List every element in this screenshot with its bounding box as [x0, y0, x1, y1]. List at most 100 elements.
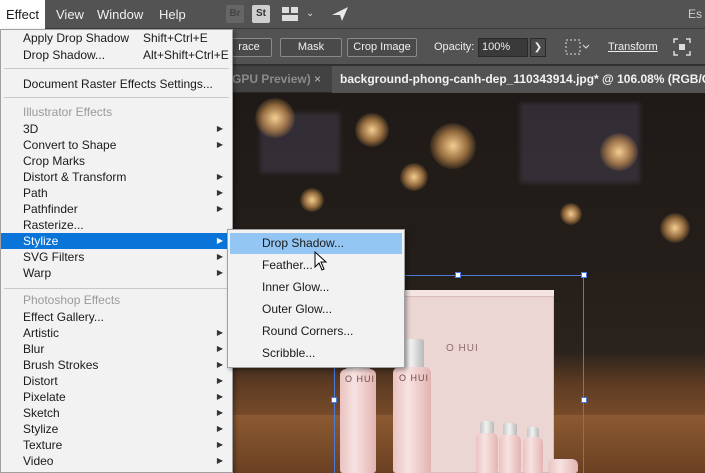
transform-button[interactable]: Transform	[608, 41, 658, 53]
menu-item-label: Convert to Shape	[23, 138, 117, 152]
submenu-item-inner-glow[interactable]: Inner Glow...	[230, 277, 402, 298]
submenu-item-round-corners[interactable]: Round Corners...	[230, 321, 402, 342]
menu-item-label: Stylize	[23, 422, 59, 436]
menu-bar: Effect View Window Help Br St ⌄ Es	[0, 0, 705, 29]
opacity-label: Opacity:	[434, 41, 475, 53]
menu-item-drop-shadow[interactable]: Drop Shadow... Alt+Shift+Ctrl+E	[1, 47, 232, 63]
selection-handle[interactable]	[581, 397, 587, 403]
menu-item-label: Stylize	[23, 234, 59, 248]
menu-item-label: Blur	[23, 342, 45, 356]
bokeh-light	[300, 188, 324, 212]
menu-separator	[4, 68, 229, 69]
menu-item-ps-pixelate[interactable]: Pixelate ▶	[1, 389, 232, 405]
bokeh-light	[430, 123, 476, 169]
chevron-right-icon: ▶	[216, 344, 223, 353]
menu-view[interactable]: View	[50, 0, 90, 29]
illustrator-effects-header: Illustrator Effects	[23, 105, 113, 119]
chevron-right-icon: ▶	[216, 392, 223, 401]
bokeh-light	[660, 213, 690, 243]
menu-item-ps-sketch[interactable]: Sketch ▶	[1, 405, 232, 421]
menu-item-warp[interactable]: Warp ▶	[1, 265, 232, 281]
menu-item-3d[interactable]: 3D ▶	[1, 121, 232, 137]
menu-item-label: Warp	[23, 266, 52, 280]
stock-icon[interactable]: St	[252, 5, 270, 23]
menu-item-label: Distort	[23, 374, 58, 388]
menu-item-label: 3D	[23, 122, 39, 136]
menu-item-label: Pathfinder	[23, 202, 78, 216]
menu-item-label: Sketch	[23, 406, 60, 420]
menu-item-ps-brush-strokes[interactable]: Brush Strokes ▶	[1, 357, 232, 373]
chevron-right-icon: ▶	[216, 440, 223, 449]
menu-separator	[4, 97, 229, 98]
menu-item-distort-transform[interactable]: Distort & Transform ▶	[1, 169, 232, 185]
chevron-right-icon: ▶	[216, 456, 223, 465]
menu-item-stylize[interactable]: Stylize ▶	[1, 233, 232, 249]
workspace-icon[interactable]	[282, 7, 298, 21]
bridge-icon[interactable]: Br	[226, 5, 244, 23]
menu-item-label: Video	[23, 454, 54, 468]
selection-handle[interactable]	[455, 272, 461, 278]
bokeh-light	[600, 133, 638, 171]
menu-item-label: Crop Marks	[23, 154, 86, 168]
menu-item-ps-video[interactable]: Video ▶	[1, 453, 232, 469]
menu-item-label: Effect Gallery...	[23, 310, 104, 324]
menu-item-convert-to-shape[interactable]: Convert to Shape ▶	[1, 137, 232, 153]
menu-item-shortcut: Shift+Ctrl+E	[143, 31, 208, 45]
gpu-performance-icon[interactable]	[330, 5, 350, 23]
isolate-icon[interactable]	[673, 38, 691, 56]
chevron-right-icon: ▶	[216, 172, 223, 181]
tab-active-document[interactable]: background-phong-canh-dep_110343914.jpg*…	[332, 66, 705, 93]
search-stub[interactable]: Es	[688, 0, 705, 29]
close-icon[interactable]: ×	[314, 66, 321, 93]
opacity-input[interactable]: 100%	[478, 38, 528, 57]
menu-item-ps-stylize[interactable]: Stylize ▶	[1, 421, 232, 437]
menu-item-ps-distort[interactable]: Distort ▶	[1, 373, 232, 389]
menu-help[interactable]: Help	[153, 0, 192, 29]
menu-item-ps-texture[interactable]: Texture ▶	[1, 437, 232, 453]
menu-item-document-raster-settings[interactable]: Document Raster Effects Settings...	[1, 76, 232, 92]
chevron-right-icon: ▶	[216, 236, 223, 245]
opacity-arrow-icon[interactable]: ❯	[530, 38, 546, 57]
crop-image-button[interactable]: Crop Image	[347, 38, 417, 57]
chevron-right-icon: ▶	[216, 328, 223, 337]
menu-item-label: Distort & Transform	[23, 170, 127, 184]
menu-item-pathfinder[interactable]: Pathfinder ▶	[1, 201, 232, 217]
stylize-submenu: Drop Shadow... Feather... Inner Glow... Out…	[227, 229, 405, 368]
bokeh-light	[560, 203, 582, 225]
menu-item-path[interactable]: Path ▶	[1, 185, 232, 201]
menu-item-label: Path	[23, 186, 48, 200]
menu-item-ps-blur[interactable]: Blur ▶	[1, 341, 232, 357]
selection-handle[interactable]	[331, 397, 337, 403]
menu-item-apply-drop-shadow[interactable]: Apply Drop Shadow Shift+Ctrl+E	[1, 30, 232, 46]
bokeh-light	[255, 98, 295, 138]
menu-item-ps-artistic[interactable]: Artistic ▶	[1, 325, 232, 341]
chevron-right-icon: ▶	[216, 140, 223, 149]
menu-item-label: Drop Shadow...	[23, 48, 106, 62]
chevron-right-icon: ▶	[216, 252, 223, 261]
chevron-right-icon: ▶	[216, 376, 223, 385]
bokeh-light	[355, 113, 389, 147]
menu-item-ps-effect-gallery[interactable]: Effect Gallery...	[1, 309, 232, 325]
selection-handle[interactable]	[581, 272, 587, 278]
chevron-right-icon: ▶	[216, 268, 223, 277]
submenu-item-scribble[interactable]: Scribble...	[230, 343, 402, 364]
align-icon[interactable]	[565, 39, 589, 55]
mask-button[interactable]: Mask	[280, 38, 342, 57]
submenu-item-outer-glow[interactable]: Outer Glow...	[230, 299, 402, 320]
menu-item-label: Texture	[23, 438, 63, 452]
menu-window[interactable]: Window	[91, 0, 149, 29]
menu-separator	[4, 288, 229, 289]
menu-item-crop-marks[interactable]: Crop Marks	[1, 153, 232, 169]
menu-item-label: Pixelate	[23, 390, 66, 404]
chevron-right-icon: ▶	[216, 360, 223, 369]
menu-item-svg-filters[interactable]: SVG Filters ▶	[1, 249, 232, 265]
photoshop-effects-header: Photoshop Effects	[23, 293, 121, 307]
effect-menu-dropdown: Apply Drop Shadow Shift+Ctrl+E Drop Shad…	[0, 29, 233, 473]
mouse-cursor-icon	[314, 251, 328, 271]
chevron-down-icon[interactable]: ⌄	[306, 8, 314, 19]
menu-item-label: SVG Filters	[23, 250, 85, 264]
menu-item-rasterize[interactable]: Rasterize...	[1, 217, 232, 233]
chevron-right-icon: ▶	[216, 408, 223, 417]
menu-effect[interactable]: Effect	[0, 0, 46, 29]
chevron-right-icon: ▶	[216, 124, 223, 133]
